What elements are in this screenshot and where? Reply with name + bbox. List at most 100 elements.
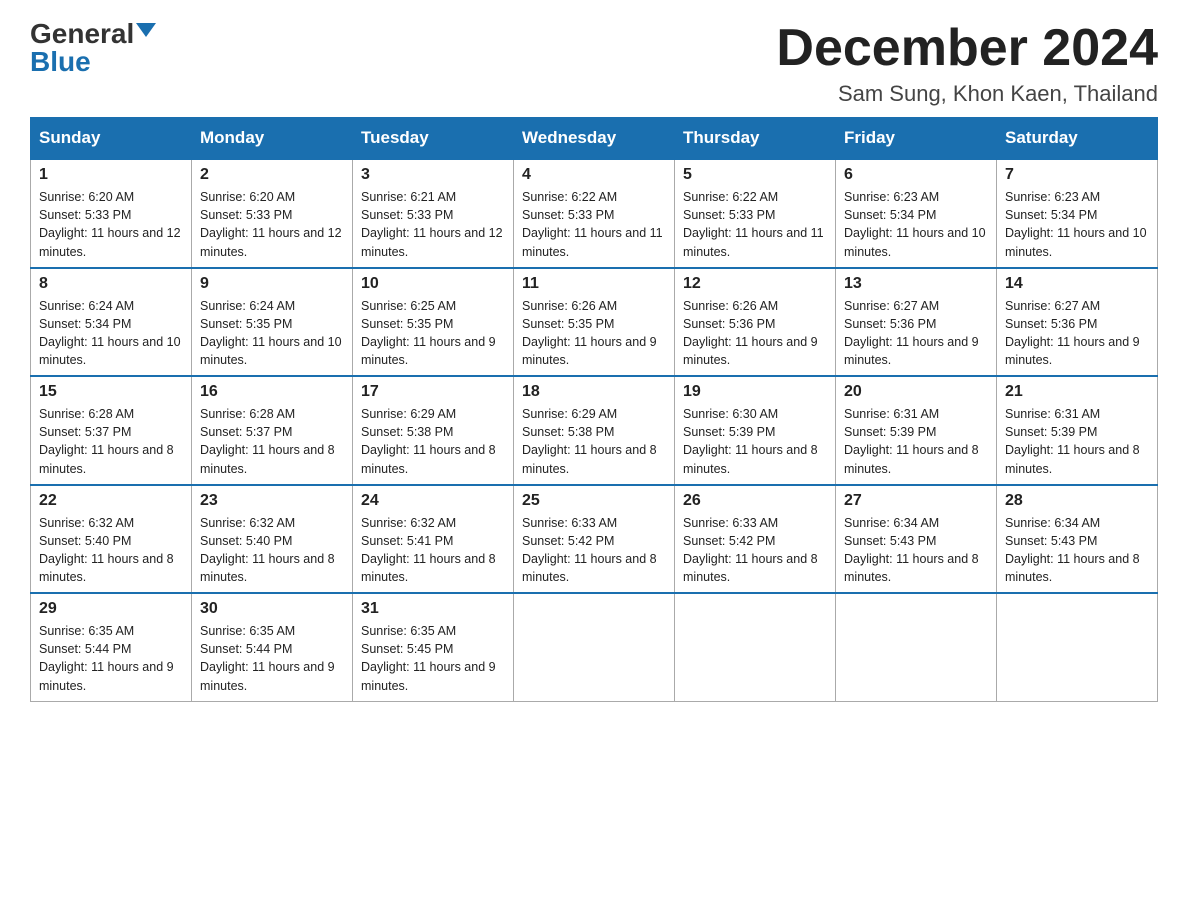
logo-arrow-icon [136,23,156,37]
calendar-cell: 20 Sunrise: 6:31 AMSunset: 5:39 PMDaylig… [836,376,997,485]
day-info: Sunrise: 6:25 AMSunset: 5:35 PMDaylight:… [361,299,496,367]
calendar-cell: 19 Sunrise: 6:30 AMSunset: 5:39 PMDaylig… [675,376,836,485]
calendar-cell: 22 Sunrise: 6:32 AMSunset: 5:40 PMDaylig… [31,485,192,594]
day-number: 30 [200,600,344,618]
logo-general: General [30,20,134,48]
calendar-week-3: 15 Sunrise: 6:28 AMSunset: 5:37 PMDaylig… [31,376,1158,485]
day-number: 19 [683,383,827,401]
day-info: Sunrise: 6:28 AMSunset: 5:37 PMDaylight:… [200,407,335,475]
day-info: Sunrise: 6:34 AMSunset: 5:43 PMDaylight:… [1005,516,1140,584]
calendar-cell: 5 Sunrise: 6:22 AMSunset: 5:33 PMDayligh… [675,159,836,268]
day-number: 8 [39,275,183,293]
month-title: December 2024 [776,20,1158,77]
calendar-cell [836,593,997,701]
calendar-cell [514,593,675,701]
calendar-cell: 4 Sunrise: 6:22 AMSunset: 5:33 PMDayligh… [514,159,675,268]
calendar-cell: 29 Sunrise: 6:35 AMSunset: 5:44 PMDaylig… [31,593,192,701]
calendar-cell: 26 Sunrise: 6:33 AMSunset: 5:42 PMDaylig… [675,485,836,594]
day-info: Sunrise: 6:20 AMSunset: 5:33 PMDaylight:… [39,190,181,258]
day-number: 22 [39,492,183,510]
day-info: Sunrise: 6:31 AMSunset: 5:39 PMDaylight:… [844,407,979,475]
day-number: 27 [844,492,988,510]
day-number: 18 [522,383,666,401]
day-info: Sunrise: 6:29 AMSunset: 5:38 PMDaylight:… [361,407,496,475]
day-info: Sunrise: 6:29 AMSunset: 5:38 PMDaylight:… [522,407,657,475]
day-number: 17 [361,383,505,401]
header: General Blue December 2024 Sam Sung, Kho… [30,20,1158,107]
day-number: 23 [200,492,344,510]
day-info: Sunrise: 6:21 AMSunset: 5:33 PMDaylight:… [361,190,503,258]
day-number: 25 [522,492,666,510]
calendar-cell: 6 Sunrise: 6:23 AMSunset: 5:34 PMDayligh… [836,159,997,268]
day-number: 20 [844,383,988,401]
logo: General Blue [30,20,156,76]
day-number: 14 [1005,275,1149,293]
calendar-cell: 9 Sunrise: 6:24 AMSunset: 5:35 PMDayligh… [192,268,353,377]
calendar-header-row: SundayMondayTuesdayWednesdayThursdayFrid… [31,118,1158,160]
calendar-cell: 1 Sunrise: 6:20 AMSunset: 5:33 PMDayligh… [31,159,192,268]
day-info: Sunrise: 6:23 AMSunset: 5:34 PMDaylight:… [844,190,986,258]
calendar-cell: 16 Sunrise: 6:28 AMSunset: 5:37 PMDaylig… [192,376,353,485]
calendar-week-4: 22 Sunrise: 6:32 AMSunset: 5:40 PMDaylig… [31,485,1158,594]
day-info: Sunrise: 6:34 AMSunset: 5:43 PMDaylight:… [844,516,979,584]
calendar-cell: 27 Sunrise: 6:34 AMSunset: 5:43 PMDaylig… [836,485,997,594]
calendar-cell: 17 Sunrise: 6:29 AMSunset: 5:38 PMDaylig… [353,376,514,485]
title-area: December 2024 Sam Sung, Khon Kaen, Thail… [776,20,1158,107]
day-number: 16 [200,383,344,401]
day-number: 24 [361,492,505,510]
day-number: 21 [1005,383,1149,401]
calendar-header-saturday: Saturday [997,118,1158,160]
calendar-cell: 31 Sunrise: 6:35 AMSunset: 5:45 PMDaylig… [353,593,514,701]
day-number: 6 [844,166,988,184]
day-info: Sunrise: 6:23 AMSunset: 5:34 PMDaylight:… [1005,190,1147,258]
calendar-cell: 2 Sunrise: 6:20 AMSunset: 5:33 PMDayligh… [192,159,353,268]
calendar-cell [675,593,836,701]
calendar-cell [997,593,1158,701]
day-number: 28 [1005,492,1149,510]
day-info: Sunrise: 6:35 AMSunset: 5:45 PMDaylight:… [361,624,496,692]
calendar: SundayMondayTuesdayWednesdayThursdayFrid… [30,117,1158,702]
calendar-cell: 21 Sunrise: 6:31 AMSunset: 5:39 PMDaylig… [997,376,1158,485]
day-number: 13 [844,275,988,293]
calendar-cell: 13 Sunrise: 6:27 AMSunset: 5:36 PMDaylig… [836,268,997,377]
subtitle: Sam Sung, Khon Kaen, Thailand [776,81,1158,107]
calendar-cell: 25 Sunrise: 6:33 AMSunset: 5:42 PMDaylig… [514,485,675,594]
calendar-header-wednesday: Wednesday [514,118,675,160]
day-info: Sunrise: 6:28 AMSunset: 5:37 PMDaylight:… [39,407,174,475]
calendar-cell: 12 Sunrise: 6:26 AMSunset: 5:36 PMDaylig… [675,268,836,377]
day-info: Sunrise: 6:26 AMSunset: 5:36 PMDaylight:… [683,299,818,367]
logo-blue: Blue [30,46,91,77]
calendar-cell: 30 Sunrise: 6:35 AMSunset: 5:44 PMDaylig… [192,593,353,701]
day-number: 3 [361,166,505,184]
calendar-cell: 14 Sunrise: 6:27 AMSunset: 5:36 PMDaylig… [997,268,1158,377]
calendar-cell: 28 Sunrise: 6:34 AMSunset: 5:43 PMDaylig… [997,485,1158,594]
day-number: 2 [200,166,344,184]
day-number: 26 [683,492,827,510]
day-number: 29 [39,600,183,618]
day-info: Sunrise: 6:27 AMSunset: 5:36 PMDaylight:… [844,299,979,367]
calendar-week-5: 29 Sunrise: 6:35 AMSunset: 5:44 PMDaylig… [31,593,1158,701]
day-info: Sunrise: 6:30 AMSunset: 5:39 PMDaylight:… [683,407,818,475]
calendar-header-monday: Monday [192,118,353,160]
calendar-cell: 18 Sunrise: 6:29 AMSunset: 5:38 PMDaylig… [514,376,675,485]
calendar-cell: 8 Sunrise: 6:24 AMSunset: 5:34 PMDayligh… [31,268,192,377]
day-info: Sunrise: 6:22 AMSunset: 5:33 PMDaylight:… [683,190,824,258]
calendar-cell: 10 Sunrise: 6:25 AMSunset: 5:35 PMDaylig… [353,268,514,377]
calendar-cell: 24 Sunrise: 6:32 AMSunset: 5:41 PMDaylig… [353,485,514,594]
day-info: Sunrise: 6:32 AMSunset: 5:40 PMDaylight:… [200,516,335,584]
calendar-cell: 3 Sunrise: 6:21 AMSunset: 5:33 PMDayligh… [353,159,514,268]
calendar-header-tuesday: Tuesday [353,118,514,160]
day-number: 4 [522,166,666,184]
day-number: 9 [200,275,344,293]
day-info: Sunrise: 6:33 AMSunset: 5:42 PMDaylight:… [683,516,818,584]
day-number: 11 [522,275,666,293]
day-info: Sunrise: 6:33 AMSunset: 5:42 PMDaylight:… [522,516,657,584]
calendar-cell: 15 Sunrise: 6:28 AMSunset: 5:37 PMDaylig… [31,376,192,485]
calendar-cell: 11 Sunrise: 6:26 AMSunset: 5:35 PMDaylig… [514,268,675,377]
day-info: Sunrise: 6:35 AMSunset: 5:44 PMDaylight:… [200,624,335,692]
day-info: Sunrise: 6:32 AMSunset: 5:41 PMDaylight:… [361,516,496,584]
calendar-header-sunday: Sunday [31,118,192,160]
day-number: 7 [1005,166,1149,184]
day-number: 5 [683,166,827,184]
day-info: Sunrise: 6:24 AMSunset: 5:34 PMDaylight:… [39,299,181,367]
